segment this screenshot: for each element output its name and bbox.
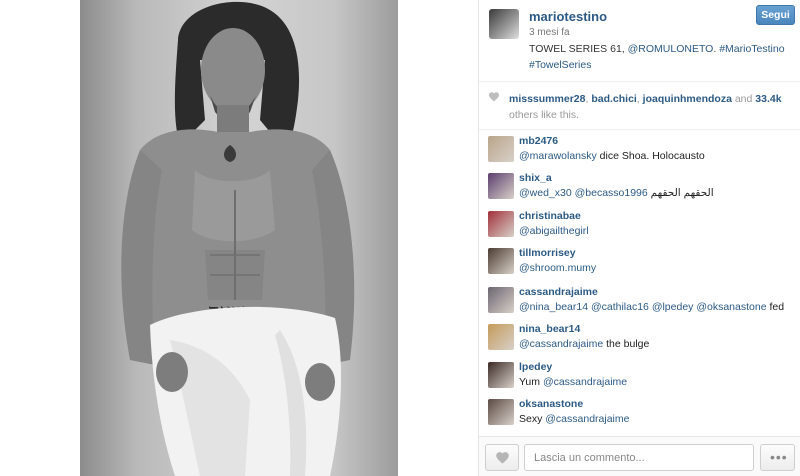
comment-body: الحقهم الحقهم — [647, 187, 714, 199]
comment-item: mb2476 @marawolansky dice Shoa. Holocaus… — [479, 130, 800, 167]
comment-body: Sexy — [519, 413, 546, 425]
comment-mention[interactable]: @shroom.mumy — [519, 262, 596, 274]
commenter-username[interactable]: shix_a — [519, 172, 552, 184]
comment-text: @abigailthegirl — [519, 225, 589, 237]
comment-mention[interactable]: @cassandrajaime — [519, 338, 603, 350]
commenter-username[interactable]: oksanastone — [519, 398, 583, 410]
caption-text: TOWEL SERIES 61, — [529, 43, 628, 55]
commenter-username[interactable]: mb2476 — [519, 135, 558, 147]
heart-outline-icon — [496, 452, 509, 464]
caption-hashtag-towelseries[interactable]: #TowelSeries — [529, 59, 591, 71]
comment-mention[interactable]: @marawolansky — [519, 150, 597, 162]
commenter-username[interactable]: nina_bear14 — [519, 323, 580, 335]
caption-hashtag-mariotestino[interactable]: #MarioTestino — [719, 43, 784, 55]
comment-item: cassandrajaime @nina_bear14 @cathilac16 … — [479, 281, 800, 318]
comment-input[interactable] — [524, 444, 754, 471]
commenter-username[interactable]: cassandrajaime — [519, 286, 598, 298]
comment-mention[interactable]: @wed_x30 @becasso1996 — [519, 187, 648, 199]
comment-item: oksanastone Sexy @cassandrajaime — [479, 393, 800, 430]
commenter-avatar[interactable] — [488, 362, 514, 388]
post-timestamp[interactable]: 3 mesi fa — [529, 27, 570, 38]
comment-text: Sexy @cassandrajaime — [519, 413, 629, 425]
comment-body: the bulge — [603, 338, 650, 350]
liker-username[interactable]: joaquinhmendoza — [643, 93, 732, 105]
comment-footer: ••• — [479, 436, 800, 476]
like-button[interactable] — [485, 444, 519, 471]
photo-area: שאה — [0, 0, 478, 476]
likes-section: misssummer28, bad.chici, joaquinhmendoza… — [479, 83, 800, 130]
caption-mention[interactable]: @ROMULONETO — [628, 43, 714, 55]
comment-item: shix_a @wed_x30 @becasso1996 الحقهم الحق… — [479, 167, 800, 204]
comment-body: Yum — [519, 376, 543, 388]
likes-suffix: others like this. — [509, 109, 580, 121]
comment-mention[interactable]: @cassandrajaime — [543, 376, 627, 388]
more-options-button[interactable]: ••• — [760, 444, 795, 471]
commenter-avatar[interactable] — [488, 399, 514, 425]
commenter-avatar[interactable] — [488, 248, 514, 274]
comment-item: tillmorrisey @shroom.mumy — [479, 242, 800, 279]
commenter-avatar[interactable] — [488, 136, 514, 162]
likes-text: misssummer28, bad.chici, joaquinhmendoza… — [509, 93, 782, 121]
likes-and: and — [734, 93, 753, 105]
post-caption: TOWEL SERIES 61, @ROMULONETO. #MarioTest… — [529, 41, 791, 73]
likes-count[interactable]: 33.4k — [755, 93, 781, 105]
comment-item: nina_bear14 @cassandrajaime the bulge — [479, 318, 800, 355]
author-username[interactable]: mariotestino — [529, 9, 607, 24]
comment-text: @nina_bear14 @cathilac16 @lpedey @oksana… — [519, 301, 784, 313]
comment-body: dice Shoa. Holocausto — [596, 150, 705, 162]
more-dots-icon: ••• — [770, 449, 788, 465]
comment-mention[interactable]: @cassandrajaime — [545, 413, 629, 425]
comment-text: @cassandrajaime the bulge — [519, 338, 649, 350]
commenter-avatar[interactable] — [488, 211, 514, 237]
comment-text: @shroom.mumy — [519, 262, 596, 274]
comment-mention[interactable]: @abigailthegirl — [519, 225, 589, 237]
commenter-username[interactable]: christinabae — [519, 210, 581, 222]
heart-icon — [489, 92, 499, 102]
comment-item: lpedey Yum @cassandrajaime — [479, 356, 800, 393]
commenter-avatar[interactable] — [488, 173, 514, 199]
post-header: mariotestino 3 mesi fa TOWEL SERIES 61, … — [479, 0, 800, 82]
author-avatar[interactable] — [489, 9, 519, 39]
comment-mention[interactable]: @nina_bear14 @cathilac16 @lpedey @oksana… — [519, 301, 767, 313]
comment-body: fed — [766, 301, 785, 313]
comments-list[interactable]: mb2476 @marawolansky dice Shoa. Holocaus… — [479, 130, 800, 436]
commenter-username[interactable]: lpedey — [519, 361, 552, 373]
follow-button[interactable]: Segui — [756, 5, 795, 25]
comment-text: @marawolansky dice Shoa. Holocausto — [519, 150, 705, 162]
commenter-username[interactable]: tillmorrisey — [519, 247, 576, 259]
comment-text: @wed_x30 @becasso1996 الحقهم الحقهم — [519, 187, 714, 199]
commenter-avatar[interactable] — [488, 287, 514, 313]
comment-text: Yum @cassandrajaime — [519, 376, 627, 388]
photo-illustration: שאה — [121, 1, 355, 476]
post-photo[interactable]: שאה — [80, 0, 398, 476]
post-side-panel: mariotestino 3 mesi fa TOWEL SERIES 61, … — [478, 0, 800, 476]
liker-username[interactable]: misssummer28 — [509, 93, 585, 105]
liker-username[interactable]: bad.chici — [591, 93, 637, 105]
commenter-avatar[interactable] — [488, 324, 514, 350]
comment-item: christinabae @abigailthegirl — [479, 205, 800, 242]
